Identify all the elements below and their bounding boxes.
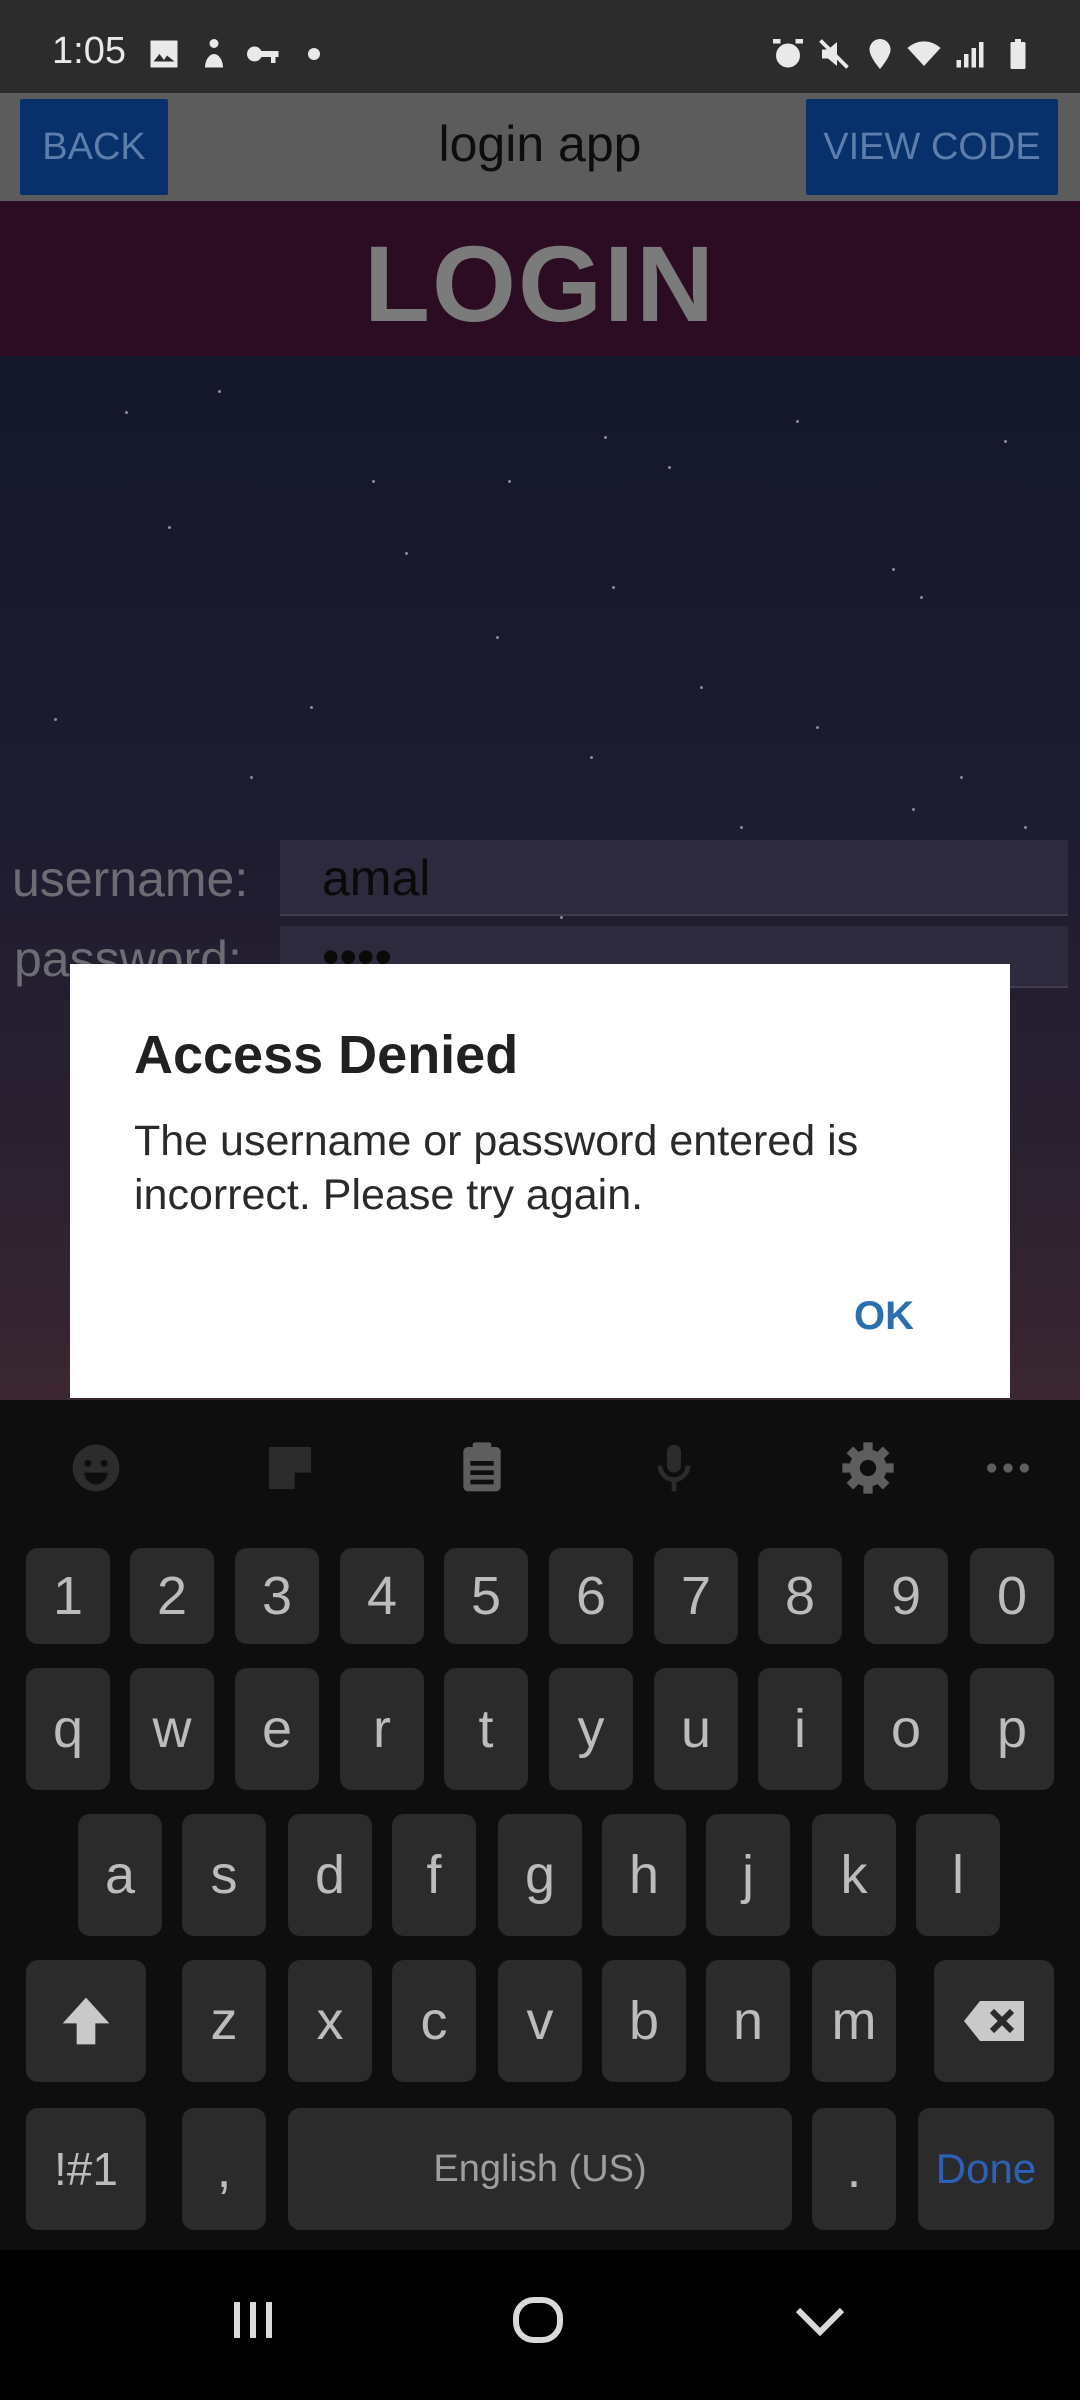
symbols-key[interactable]: !#1 [26, 2108, 146, 2230]
key-u[interactable]: u [654, 1668, 738, 1790]
key-7[interactable]: 7 [654, 1548, 738, 1644]
wifi-icon [906, 36, 942, 72]
key-m[interactable]: m [812, 1960, 896, 2082]
dialog-message: The username or password entered is inco… [134, 1117, 859, 1219]
status-bar: 1:05 [0, 0, 1080, 93]
key-6[interactable]: 6 [549, 1548, 633, 1644]
shift-key[interactable] [26, 1960, 146, 2082]
key-n[interactable]: n [706, 1960, 790, 2082]
login-heading: LOGIN [364, 223, 716, 344]
key-i[interactable]: i [758, 1668, 842, 1790]
key-3[interactable]: 3 [235, 1548, 319, 1644]
key-j[interactable]: j [706, 1814, 790, 1936]
key-1[interactable]: 1 [26, 1548, 110, 1644]
view-code-button[interactable]: VIEW CODE [806, 99, 1058, 195]
back-nav-icon[interactable] [790, 2290, 850, 2350]
sticker-icon[interactable] [262, 1440, 318, 1496]
home-icon[interactable] [508, 2290, 568, 2350]
login-banner: LOGIN [0, 201, 1080, 356]
signal-icon [952, 36, 988, 72]
navigation-bar [0, 2250, 1080, 2400]
key-x[interactable]: x [288, 1960, 372, 2082]
dialog-title: Access Denied [134, 1025, 519, 1085]
key-2[interactable]: 2 [130, 1548, 214, 1644]
key-5[interactable]: 5 [444, 1548, 528, 1644]
key-q[interactable]: q [26, 1668, 110, 1790]
username-input[interactable]: amal [280, 840, 1068, 916]
period-key[interactable]: . [812, 2108, 896, 2230]
keyboard: 1 2 3 4 5 6 7 8 9 0 q w e r t y u i o p … [0, 1400, 1080, 2250]
comma-key[interactable]: , [182, 2108, 266, 2230]
key-z[interactable]: z [182, 1960, 266, 2082]
key-0[interactable]: 0 [970, 1548, 1054, 1644]
location-icon [862, 36, 898, 72]
access-denied-dialog: Access Denied The username or password e… [70, 964, 1010, 1398]
key-g[interactable]: g [498, 1814, 582, 1936]
backspace-icon [964, 2001, 1024, 2041]
key-9[interactable]: 9 [864, 1548, 948, 1644]
space-key[interactable]: English (US) [288, 2108, 792, 2230]
username-label: username: [12, 851, 249, 907]
back-button[interactable]: BACK [20, 99, 168, 195]
microphone-icon[interactable] [646, 1440, 702, 1496]
key-d[interactable]: d [288, 1814, 372, 1936]
app-header: login app BACK VIEW CODE [0, 93, 1080, 201]
key-t[interactable]: t [444, 1668, 528, 1790]
key-e[interactable]: e [235, 1668, 319, 1790]
key-8[interactable]: 8 [758, 1548, 842, 1644]
key-h[interactable]: h [602, 1814, 686, 1936]
key-a[interactable]: a [78, 1814, 162, 1936]
backspace-key[interactable] [934, 1960, 1054, 2082]
key-f[interactable]: f [392, 1814, 476, 1936]
settings-icon[interactable] [840, 1440, 896, 1496]
key-p[interactable]: p [970, 1668, 1054, 1790]
status-time: 1:05 [52, 30, 126, 72]
key-s[interactable]: s [182, 1814, 266, 1936]
key-l[interactable]: l [916, 1814, 1000, 1936]
key-r[interactable]: r [340, 1668, 424, 1790]
shift-icon [62, 1997, 110, 2045]
ok-button[interactable]: OK [854, 1294, 914, 1339]
emoji-icon[interactable] [68, 1440, 124, 1496]
key-k[interactable]: k [812, 1814, 896, 1936]
key-c[interactable]: c [392, 1960, 476, 2082]
battery-icon [1000, 36, 1036, 72]
image-icon [146, 36, 182, 72]
dot-icon [296, 36, 332, 72]
alarm-icon [770, 36, 806, 72]
recents-icon[interactable] [226, 2290, 282, 2350]
clipboard-icon[interactable] [454, 1440, 510, 1496]
key-w[interactable]: w [130, 1668, 214, 1790]
more-icon[interactable] [980, 1440, 1036, 1496]
done-key[interactable]: Done [918, 2108, 1054, 2230]
key-4[interactable]: 4 [340, 1548, 424, 1644]
accessibility-icon [196, 36, 232, 72]
key-y[interactable]: y [549, 1668, 633, 1790]
key-v[interactable]: v [498, 1960, 582, 2082]
key-icon [244, 36, 280, 72]
key-b[interactable]: b [602, 1960, 686, 2082]
mute-icon [816, 36, 852, 72]
key-o[interactable]: o [864, 1668, 948, 1790]
